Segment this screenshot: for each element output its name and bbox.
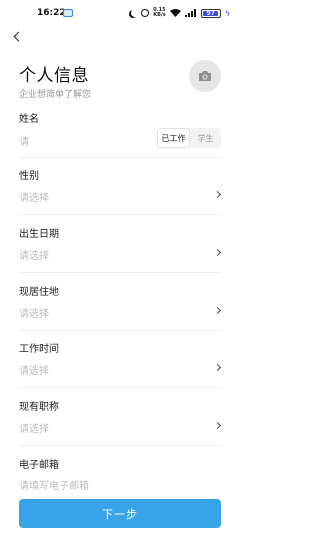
do-not-disturb-icon xyxy=(131,9,139,17)
divider xyxy=(19,387,222,388)
name-input[interactable]: 请 xyxy=(19,133,29,148)
gender-label: 性别 xyxy=(19,171,39,182)
employed-option[interactable]: 已工作 xyxy=(157,128,190,148)
status-toggle: 已工作 学生 xyxy=(157,128,221,148)
chevron-right-icon xyxy=(213,306,222,315)
battery-level: 97 xyxy=(206,9,215,17)
notification-app-icon xyxy=(63,9,73,17)
divider xyxy=(19,330,222,331)
name-label: 姓名 xyxy=(19,114,39,125)
work-time-label: 工作时间 xyxy=(19,344,59,355)
gender-select[interactable]: 请选择 xyxy=(19,189,49,204)
divider xyxy=(19,272,222,273)
email-label: 电子邮箱 xyxy=(19,460,59,471)
divider xyxy=(19,214,222,215)
work-time-select[interactable]: 请选择 xyxy=(19,362,49,377)
status-icons: 0.15 KB/s 97 ϟ xyxy=(129,7,230,19)
chevron-right-icon xyxy=(213,248,222,257)
birthday-label: 出生日期 xyxy=(19,229,59,240)
battery-icon: 97 xyxy=(200,8,221,18)
email-input[interactable]: 请填写电子邮箱 xyxy=(19,477,89,492)
alarm-icon xyxy=(141,9,150,17)
residence-label: 现居住地 xyxy=(19,287,59,298)
status-bar: 16:22 0.15 KB/s 97 ϟ xyxy=(0,0,240,26)
network-speed: 0.15 KB/s xyxy=(153,7,166,18)
back-button[interactable] xyxy=(9,28,25,44)
residence-select[interactable]: 请选择 xyxy=(19,305,49,320)
professional-title-field[interactable]: 现有职称 请选择 xyxy=(19,398,222,448)
professional-title-label: 现有职称 xyxy=(19,402,59,413)
chevron-right-icon xyxy=(213,421,222,430)
next-button[interactable]: 下一步 xyxy=(19,499,221,528)
chevron-left-icon xyxy=(13,31,24,41)
camera-icon xyxy=(199,71,211,81)
birthday-select[interactable]: 请选择 xyxy=(19,247,49,262)
gender-field[interactable]: 性别 请选择 xyxy=(19,167,222,217)
status-time: 16:22 xyxy=(37,8,66,18)
avatar-upload-button[interactable] xyxy=(189,60,221,92)
signal-icon xyxy=(184,9,196,17)
chevron-right-icon xyxy=(213,363,222,372)
residence-field[interactable]: 现居住地 请选择 xyxy=(19,283,222,333)
work-time-field[interactable]: 工作时间 请选择 xyxy=(19,340,222,390)
professional-title-select[interactable]: 请选择 xyxy=(19,420,49,435)
birthday-field[interactable]: 出生日期 请选择 xyxy=(19,225,222,275)
email-field: 电子邮箱 请填写电子邮箱 xyxy=(19,456,222,492)
student-option[interactable]: 学生 xyxy=(190,128,221,148)
name-field: 姓名 请 已工作 学生 xyxy=(19,110,222,160)
charging-icon: ϟ xyxy=(224,8,230,18)
page-title: 个人信息 xyxy=(19,66,89,86)
chevron-right-icon xyxy=(213,190,222,199)
divider xyxy=(19,445,222,446)
divider xyxy=(19,157,222,158)
wifi-icon xyxy=(169,9,181,17)
page-subtitle: 企业想简单了解您 xyxy=(19,90,92,100)
